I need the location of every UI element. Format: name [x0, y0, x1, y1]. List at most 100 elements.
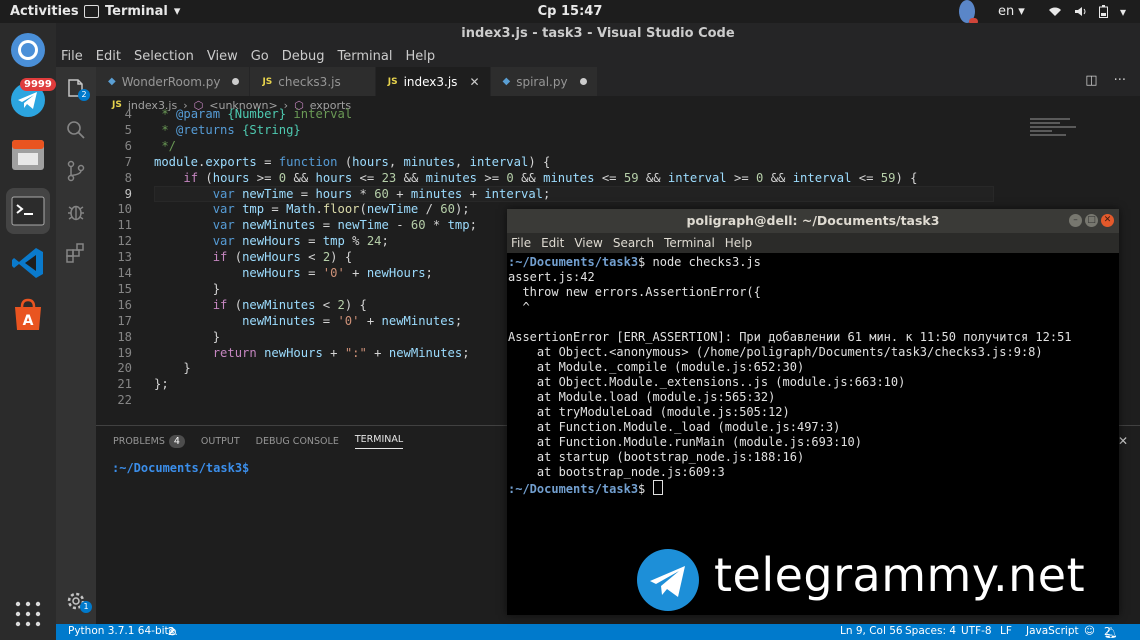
- watermark: telegrammy.net: [636, 548, 1116, 612]
- term-menu-terminal[interactable]: Terminal: [664, 236, 715, 250]
- term-menu-view[interactable]: View: [574, 236, 602, 250]
- close-button[interactable]: ✕: [1101, 214, 1114, 227]
- vscode-icon[interactable]: [8, 243, 48, 283]
- tab-checks3-js[interactable]: JS checks3.js: [250, 67, 376, 96]
- code-text: }: [212, 329, 221, 344]
- output-line: AssertionError [ERR_ASSERTION]: При доба…: [508, 330, 1072, 344]
- tab-problems-label: PROBLEMS: [113, 436, 165, 447]
- settings-badge: 1: [80, 601, 92, 613]
- terminal-app-icon[interactable]: [6, 188, 50, 234]
- tab-wonderroom-py[interactable]: ◆ WonderRoom.py: [96, 67, 251, 96]
- output-line: at Object.Module._extensions..js (module…: [508, 375, 906, 389]
- close-panel-icon[interactable]: ✕: [1118, 434, 1128, 448]
- term-menu-help[interactable]: Help: [725, 236, 752, 250]
- code-text: var newTime = hours * 60 + minutes + int…: [212, 186, 551, 201]
- app-grid-icon[interactable]: [15, 601, 41, 627]
- maximize-button[interactable]: □: [1085, 214, 1098, 227]
- tab-index3-js[interactable]: JS index3.js ✕: [375, 67, 491, 96]
- code-text: * @returns {String}: [154, 122, 301, 137]
- line-number: 13: [117, 250, 132, 265]
- warning-count: 2: [168, 626, 175, 638]
- code-text: return newHours + ":" + newMinutes;: [212, 345, 470, 360]
- feedback-icon[interactable]: ☺: [1084, 625, 1095, 637]
- minimap[interactable]: [1030, 116, 1080, 152]
- code-text: * @param {Number} interval: [154, 107, 353, 121]
- extensions-icon[interactable]: [64, 241, 88, 265]
- output-line: throw new errors.AssertionError({: [508, 285, 761, 299]
- svg-text:A: A: [23, 313, 34, 329]
- term-menu-file[interactable]: File: [511, 236, 531, 250]
- term-menu-search[interactable]: Search: [613, 236, 654, 250]
- menu-debug[interactable]: Debug: [282, 49, 325, 64]
- code-text: var newMinutes = newTime - 60 * tmp;: [212, 218, 477, 233]
- volume-icon: [1075, 7, 1086, 16]
- activities-button[interactable]: Activities: [10, 0, 79, 23]
- output-line: ^: [508, 300, 530, 314]
- more-actions-icon[interactable]: ···: [1114, 73, 1126, 88]
- end-of-line[interactable]: LF: [1000, 625, 1012, 637]
- python-interpreter[interactable]: Python 3.7.1 64-bit: [68, 625, 169, 637]
- source-control-icon[interactable]: [64, 159, 88, 183]
- dock: 9999 A: [0, 23, 56, 640]
- language-indicator[interactable]: en ▾: [998, 0, 1025, 23]
- js-file-icon: JS: [262, 76, 273, 87]
- integrated-terminal[interactable]: :~/Documents/task3$: [112, 461, 249, 475]
- clock[interactable]: Ср 15:47: [538, 4, 603, 19]
- cursor-position[interactable]: Ln 9, Col 56: [840, 625, 903, 637]
- file-manager-icon[interactable]: [8, 135, 48, 175]
- line-number: 15: [117, 281, 132, 296]
- split-editor-icon[interactable]: ◫: [1085, 73, 1097, 88]
- system-tray[interactable]: ▾: [1048, 0, 1126, 23]
- menu-go[interactable]: Go: [251, 49, 269, 64]
- code-text: }: [183, 361, 191, 376]
- problems-count-badge: 4: [168, 435, 185, 448]
- minimize-button[interactable]: –: [1069, 214, 1082, 227]
- line-number: 7: [124, 154, 132, 169]
- line-number: 12: [117, 234, 132, 249]
- code-text: var tmp = Math.floor(newTime / 60);: [212, 202, 470, 217]
- modified-dot-icon[interactable]: [579, 78, 587, 85]
- menu-help[interactable]: Help: [405, 49, 435, 64]
- output-line: at bootstrap_node.js:609:3: [508, 465, 725, 479]
- output-line: at Module.load (module.js:565:32): [508, 390, 776, 404]
- menu-view[interactable]: View: [207, 49, 238, 64]
- tab-debug-console[interactable]: DEBUG CONSOLE: [256, 436, 339, 447]
- modified-dot-icon[interactable]: [232, 78, 240, 85]
- tab-label: index3.js: [403, 74, 458, 89]
- telegram-unread-badge: 9999: [20, 78, 56, 91]
- terminal-title-bar[interactable]: poligraph@dell: ~/Documents/task3: [507, 209, 1119, 233]
- line-number: 8: [124, 170, 132, 185]
- file-encoding[interactable]: UTF-8: [961, 625, 992, 637]
- language-mode[interactable]: JavaScript: [1026, 625, 1079, 637]
- close-tab-icon[interactable]: ✕: [469, 75, 479, 89]
- tab-output[interactable]: OUTPUT: [201, 436, 240, 447]
- line-number: 4: [124, 107, 132, 121]
- wifi-icon: [1049, 7, 1061, 16]
- tab-spiral-py[interactable]: ◆ spiral.py: [490, 67, 598, 96]
- line-number: 19: [117, 345, 132, 360]
- line-number: 5: [124, 122, 132, 137]
- app-menu[interactable]: Terminal ▾: [84, 0, 180, 23]
- software-center-icon[interactable]: A: [8, 295, 48, 335]
- js-file-icon: JS: [387, 76, 398, 87]
- search-icon[interactable]: [64, 118, 88, 142]
- activity-bar: 2 1: [56, 67, 96, 624]
- line-number: 14: [117, 266, 132, 280]
- line-number: 10: [117, 202, 132, 217]
- menu-file[interactable]: File: [61, 49, 83, 64]
- menu-terminal[interactable]: Terminal: [338, 49, 393, 64]
- output-line: at startup (bootstrap_node.js:188:16): [508, 450, 805, 464]
- debug-icon[interactable]: [64, 200, 88, 224]
- user-avatar-icon[interactable]: [959, 0, 978, 25]
- code-text: }: [212, 281, 221, 296]
- line-number: 9: [124, 186, 132, 201]
- tab-problems[interactable]: PROBLEMS 4: [113, 435, 185, 448]
- chromium-icon[interactable]: [8, 30, 48, 70]
- term-menu-edit[interactable]: Edit: [541, 236, 564, 250]
- code-text: newHours = '0' + newHours;: [242, 266, 433, 280]
- menu-edit[interactable]: Edit: [96, 49, 121, 64]
- menu-selection[interactable]: Selection: [134, 49, 194, 64]
- indentation[interactable]: Spaces: 4: [905, 625, 956, 637]
- tab-terminal[interactable]: TERMINAL: [354, 434, 404, 449]
- terminal-icon: [84, 5, 99, 18]
